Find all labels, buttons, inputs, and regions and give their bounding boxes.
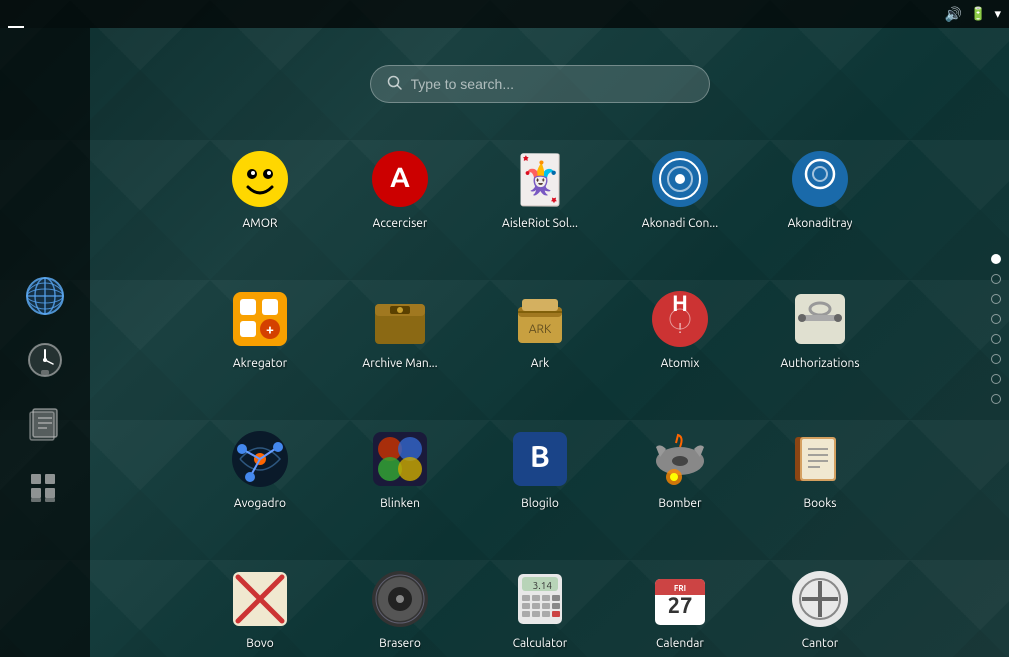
app-icon-bomber: [648, 427, 712, 491]
app-label-archive-man---: Archive Man...: [362, 357, 437, 370]
sidebar-item-grid[interactable]: [17, 460, 73, 516]
svg-text:FRI: FRI: [674, 584, 686, 593]
app-icon-calendar: FRI27: [648, 567, 712, 631]
app-item-calendar[interactable]: FRI27 Calendar: [610, 538, 750, 657]
app-item-blogilo[interactable]: B Blogilo: [470, 398, 610, 538]
app-label-amor: AMOR: [242, 217, 277, 230]
app-label-authorizations: Authorizations: [780, 357, 859, 370]
app-item-avogadro[interactable]: Avogadro: [190, 398, 330, 538]
app-label-akonaditray: Akonaditray: [788, 217, 853, 230]
search-icon: [387, 75, 403, 94]
app-item-akonaditray[interactable]: Akonaditray: [750, 118, 890, 258]
files-icon: [25, 404, 65, 444]
app-item-accerciser[interactable]: A Accerciser: [330, 118, 470, 258]
app-item-aisleriot-sol--[interactable]: 🃏 AisleRiot Sol...: [470, 118, 610, 258]
app-icon-bovo: [228, 567, 292, 631]
app-icon-authorizations: [788, 287, 852, 351]
app-icon-atomix: H!: [648, 287, 712, 351]
app-icon-calculator: 3.14: [508, 567, 572, 631]
page-dot-6[interactable]: [991, 354, 1001, 364]
app-item-cantor[interactable]: Cantor: [750, 538, 890, 657]
search-bar-wrap: [90, 65, 989, 103]
app-grid-wrap: AMOR A Accerciser 🃏 AisleRiot Sol... Akonadi …: [90, 28, 989, 657]
app-icon-books: [788, 427, 852, 491]
topbar: 🔊 🔋 ▾: [0, 0, 1009, 28]
page-dot-5[interactable]: [991, 334, 1001, 344]
battery-icon: 🔋: [970, 7, 986, 22]
app-label-brasero: Brasero: [379, 637, 421, 650]
clock-icon: [25, 340, 65, 380]
svg-text:B: B: [530, 439, 550, 473]
app-label-cantor: Cantor: [802, 637, 839, 650]
sidebar: [0, 28, 90, 657]
sidebar-item-globe[interactable]: [17, 268, 73, 324]
app-item-amor[interactable]: AMOR: [190, 118, 330, 258]
page-dot-1[interactable]: [991, 254, 1001, 264]
app-icon-amor: [228, 147, 292, 211]
topbar-right: 🔊 🔋 ▾: [945, 6, 1001, 23]
app-icon-akonaditray: [788, 147, 852, 211]
app-label-aisleriot-sol--: AisleRiot Sol...: [502, 217, 578, 230]
activities-button[interactable]: [8, 0, 24, 28]
app-item-calculator[interactable]: 3.14 Calculator: [470, 538, 610, 657]
app-label-akonadi-con---: Akonadi Con...: [642, 217, 718, 230]
app-icon-archive-man---: [368, 287, 432, 351]
svg-text:A: A: [390, 162, 410, 193]
app-label-atomix: Atomix: [661, 357, 700, 370]
page-dot-2[interactable]: [991, 274, 1001, 284]
app-item-bovo[interactable]: Bovo: [190, 538, 330, 657]
app-label-books: Books: [804, 497, 837, 510]
app-icon-aisleriot-sol--: 🃏: [508, 147, 572, 211]
app-item-akregator[interactable]: + Akregator: [190, 258, 330, 398]
app-grid: AMOR A Accerciser 🃏 AisleRiot Sol... Akonadi …: [90, 28, 989, 657]
app-icon-blinken: [368, 427, 432, 491]
page-dot-3[interactable]: [991, 294, 1001, 304]
app-label-bomber: Bomber: [658, 497, 701, 510]
app-label-accerciser: Accerciser: [373, 217, 428, 230]
app-label-blinken: Blinken: [380, 497, 420, 510]
app-icon-accerciser: A: [368, 147, 432, 211]
page-dots: [991, 254, 1001, 404]
app-item-bomber[interactable]: Bomber: [610, 398, 750, 538]
app-icon-akregator: +: [228, 287, 292, 351]
sidebar-item-clock[interactable]: [17, 332, 73, 388]
search-box[interactable]: [370, 65, 710, 103]
app-item-atomix[interactable]: H! Atomix: [610, 258, 750, 398]
app-label-avogadro: Avogadro: [234, 497, 286, 510]
volume-icon: 🔊: [945, 6, 962, 23]
app-item-akonadi-con---[interactable]: Akonadi Con...: [610, 118, 750, 258]
svg-text:!: !: [678, 320, 682, 336]
page-dot-8[interactable]: [991, 394, 1001, 404]
app-icon-akonadi-con---: [648, 147, 712, 211]
app-icon-cantor: [788, 567, 852, 631]
app-icon-ark: ARK: [508, 287, 572, 351]
svg-text:ARK: ARK: [529, 323, 552, 336]
svg-text:3.14: 3.14: [533, 580, 553, 591]
app-item-archive-man---[interactable]: Archive Man...: [330, 258, 470, 398]
app-label-bovo: Bovo: [246, 637, 273, 650]
app-icon-blogilo: B: [508, 427, 572, 491]
globe-icon: [25, 276, 65, 316]
svg-text:+: +: [266, 321, 274, 337]
dropdown-icon[interactable]: ▾: [994, 7, 1001, 22]
app-label-ark: Ark: [531, 357, 549, 370]
app-label-akregator: Akregator: [233, 357, 287, 370]
app-label-blogilo: Blogilo: [521, 497, 559, 510]
app-item-authorizations[interactable]: Authorizations: [750, 258, 890, 398]
sidebar-item-files[interactable]: [17, 396, 73, 452]
svg-text:H: H: [672, 291, 688, 316]
page-dot-4[interactable]: [991, 314, 1001, 324]
app-label-calendar: Calendar: [656, 637, 704, 650]
grid-icon: [25, 468, 65, 508]
app-icon-brasero: [368, 567, 432, 631]
app-item-blinken[interactable]: Blinken: [330, 398, 470, 538]
app-label-calculator: Calculator: [513, 637, 568, 650]
page-dot-7[interactable]: [991, 374, 1001, 384]
app-icon-avogadro: [228, 427, 292, 491]
svg-text:27: 27: [668, 593, 693, 618]
app-item-ark[interactable]: ARK Ark: [470, 258, 610, 398]
search-input[interactable]: [411, 76, 693, 92]
app-item-brasero[interactable]: Brasero: [330, 538, 470, 657]
app-item-books[interactable]: Books: [750, 398, 890, 538]
